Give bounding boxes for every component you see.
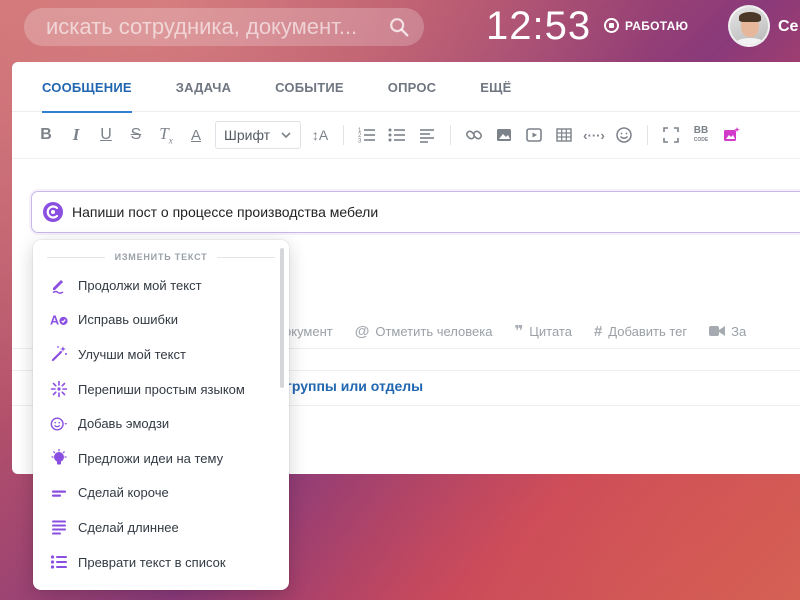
align-icon[interactable] [412,120,442,150]
lengthen-icon [49,517,69,537]
copilot-icon [43,202,63,222]
menu-item-label: Предложи идеи на тему [78,450,224,466]
copilot-prompt-text: Напиши пост о процессе производства мебе… [72,204,379,220]
italic-icon[interactable]: I [61,120,91,150]
search-icon[interactable] [388,16,410,38]
numbered-list-icon[interactable]: 123 [352,120,382,150]
menu-item-make-list[interactable]: Преврати текст в список [33,545,289,580]
menu-item-fix-errors[interactable]: A Исправь ошибки [33,303,289,338]
attach-document-label: окумент [284,323,333,339]
sparkle-icon [49,379,69,399]
mention-person-action[interactable]: @ Отметить человека [355,323,493,340]
stop-icon [604,18,619,33]
tab-event[interactable]: СОБЫТИЕ [275,62,344,112]
hash-icon: # [593,322,603,340]
svg-text:A: A [50,313,59,327]
work-status-label: РАБОТАЮ [625,18,689,33]
code-icon[interactable]: ‹···› [579,120,609,150]
menu-item-label: Исправь ошибки [78,312,178,328]
toolbar-divider [647,125,648,145]
shorten-icon [49,483,69,503]
bbcode-icon[interactable]: BB CODE [686,120,716,150]
tab-more[interactable]: ЕЩЁ [480,62,511,112]
composer-tabs: СООБЩЕНИЕ ЗАДАЧА СОБЫТИЕ ОПРОС ЕЩЁ [12,62,800,113]
list-icon [49,552,69,572]
clock: 12:53 [486,4,592,48]
menu-item-simplify[interactable]: Перепиши простым языком [33,372,289,407]
svg-text:3: 3 [358,139,362,145]
menu-item-label: Сделай длиннее [78,519,179,535]
menu-item-shorten[interactable]: Сделай короче [33,476,289,511]
record-video-action[interactable]: За [709,324,746,339]
bold-icon[interactable]: B [31,120,61,150]
chevron-down-icon [281,132,291,139]
format-toolbar: B I U S Tx A Шрифт ↕A 123 ‹···› BB CODE [12,112,800,159]
at-icon: @ [354,322,370,340]
font-select-value: Шрифт [224,127,271,143]
menu-item-suggest-ideas[interactable]: Предложи идеи на тему [33,441,289,476]
mention-person-label: Отметить человека [375,323,493,339]
menu-item-improve-text[interactable]: Улучши мой текст [33,337,289,372]
username[interactable]: Се [778,18,798,36]
menu-item-label: Сделай короче [78,485,169,501]
image-icon[interactable] [489,120,519,150]
work-status-button[interactable]: РАБОТАЮ [604,18,688,33]
add-tag-action[interactable]: # Добавить тег [594,323,687,340]
menu-item-continue-text[interactable]: Продолжи мой текст [33,268,289,303]
pen-continue-icon [49,275,69,295]
menu-section-header: ИЗМЕНИТЬ ТЕКСТ [47,252,276,262]
lightbulb-icon [49,448,69,468]
quote-icon: ❞ [514,323,524,340]
menu-item-label: Добавь эмодзи [78,416,170,432]
recipients-link[interactable]: группы или отделы [286,378,423,394]
fullscreen-icon[interactable] [656,120,686,150]
add-tag-label: Добавить тег [608,323,688,339]
bullet-list-icon[interactable] [382,120,412,150]
video-icon[interactable] [519,120,549,150]
emoji-icon[interactable] [609,120,639,150]
font-size-icon[interactable]: ↕A [305,120,335,150]
menu-item-add-emoji[interactable]: Добавь эмодзи [33,406,289,441]
emoji-icon [49,414,69,434]
quote-label: Цитата [529,323,572,339]
toolbar-divider [450,125,451,145]
menu-section-title: ИЗМЕНИТЬ ТЕКСТ [114,252,208,262]
link-icon[interactable] [459,120,489,150]
record-video-label: За [731,323,747,339]
strikethrough-icon[interactable]: S [121,120,151,150]
menu-scrollbar[interactable] [280,248,284,388]
font-color-icon[interactable]: A [181,120,211,150]
avatar[interactable] [728,5,770,47]
menu-item-label: Продолжи мой текст [78,277,202,293]
menu-item-label: Преврати текст в список [78,554,226,570]
tab-task[interactable]: ЗАДАЧА [176,62,231,112]
copilot-prompt-field[interactable]: Напиши пост о процессе производства мебе… [31,191,800,233]
font-select[interactable]: Шрифт [215,121,301,149]
menu-item-lengthen[interactable]: Сделай длиннее [33,510,289,545]
spellcheck-icon: A [49,310,69,330]
tab-message[interactable]: СООБЩЕНИЕ [42,62,132,113]
tab-poll[interactable]: ОПРОС [388,62,436,112]
toolbar-divider [343,125,344,145]
quote-action[interactable]: ❞ Цитата [514,322,571,340]
search-input[interactable] [46,14,388,40]
menu-item-label: Улучши мой текст [78,346,186,362]
menu-item-label: Перепиши простым языком [78,381,245,397]
clear-format-icon[interactable]: Tx [151,120,181,150]
magic-wand-icon [49,344,69,364]
global-search[interactable] [24,8,424,46]
video-record-icon [709,326,726,336]
table-icon[interactable] [549,120,579,150]
attach-document-action[interactable]: окумент [284,324,333,339]
underline-icon[interactable]: U [91,120,121,150]
copilot-image-icon[interactable] [716,120,746,150]
copilot-menu: ИЗМЕНИТЬ ТЕКСТ Продолжи мой текст A Испр… [33,240,289,590]
